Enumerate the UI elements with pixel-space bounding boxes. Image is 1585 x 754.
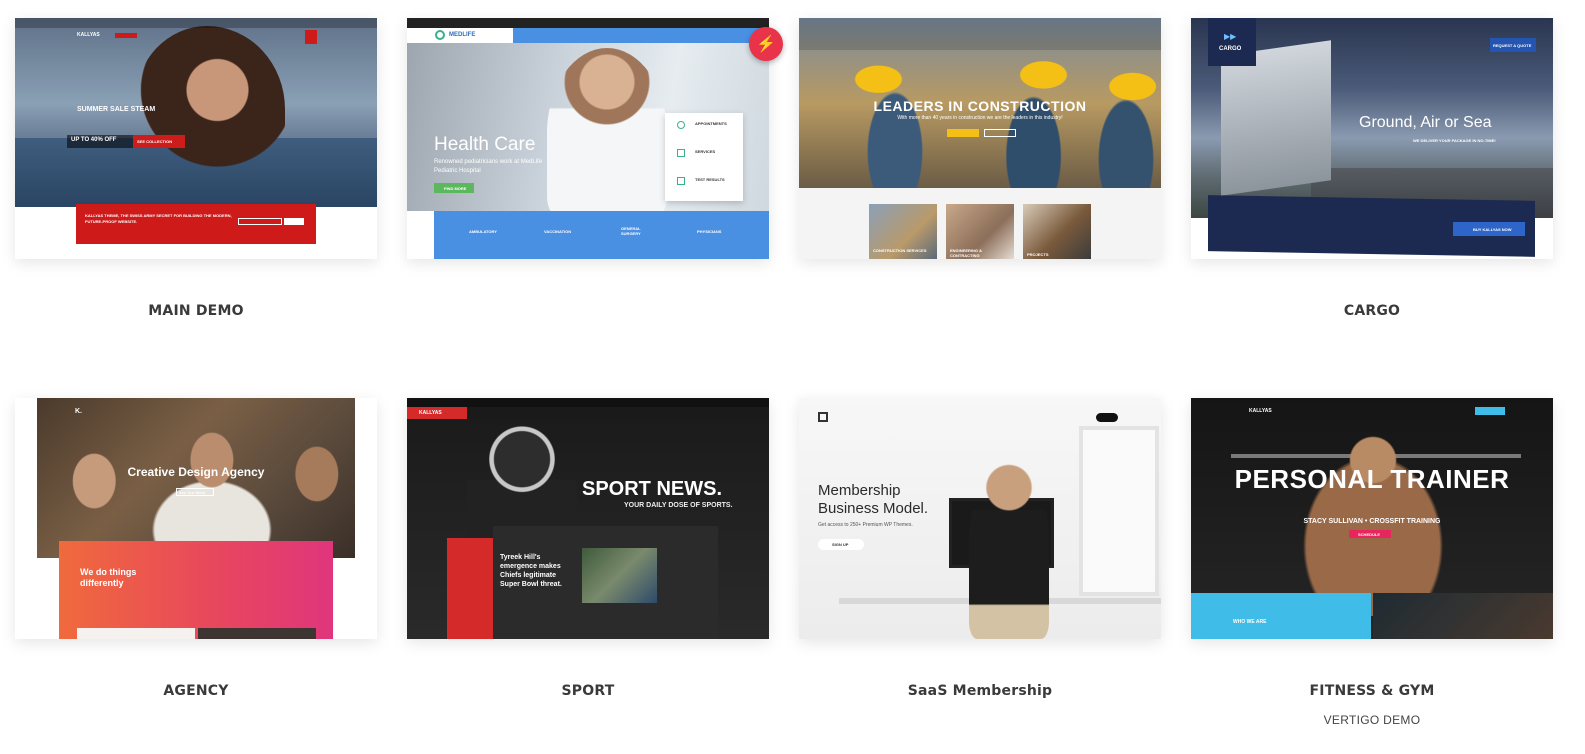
demo-card-cargo[interactable]: ▶▶ CARGO REQUEST A QUOTE Ground, Air or … [1191,18,1553,259]
preview-nav [799,18,1161,50]
thumb-label: PROJECTS [1027,252,1049,257]
demo-card-sport[interactable]: KALLYAS SPORT NEWS. YOUR DAILY DOSE OF S… [407,398,769,639]
preview-topbar [407,18,769,28]
preview-headline: PERSONAL TRAINER [1234,464,1510,494]
offer-text: UP TO 40% OFF [71,137,117,143]
doctor-image [547,48,667,218]
man-image [1373,593,1553,639]
preview-brand: KALLYAS [77,32,100,38]
secondary-button [984,129,1016,137]
preview-headline: Creative Design Agency [127,465,265,479]
preview-headline: SPORT NEWS. [582,478,723,500]
preview-headline: Health Care [434,134,536,155]
preview-headline: Ground, Air or Sea [1359,114,1492,131]
popular-column [447,538,493,639]
cargo-logo: ▶▶ CARGO [1208,18,1256,66]
newsletter-button [238,218,282,225]
window-image [1079,426,1159,596]
signup-label: SIGN UP [832,542,849,547]
preview-subline: WE DELIVER YOUR PACKAGE IN NO-TIME! [1413,138,1496,143]
thumb-projects: PROJECTS [1023,204,1091,259]
thumb-engineering: ENGINEERING & CONTRACTING [946,204,1014,259]
preview-brand: K. [75,408,82,415]
appointment-icon [677,121,685,129]
demo-card-main[interactable]: KALLYAS SUMMER SALE STEAM UP TO 40% OFF … [15,18,377,259]
logo-icon: ▶▶ [1224,32,1237,41]
preview-subline: Renowned pediatricians work at MedLife P… [434,159,543,174]
demo-sublabel-vertigo[interactable]: VERTIGO DEMO [1191,713,1553,727]
info-panel: APPOINTMENTS SERVICES TEST RESULTS [665,113,743,201]
demo-card-saas[interactable]: Membership Business Model. Get access to… [799,398,1161,639]
results-icon [677,177,685,185]
person-image [969,463,1049,639]
preview-headline: LEADERS IN CONSTRUCTION [873,98,1087,114]
demo-label-main[interactable]: MAIN DEMO [15,303,377,319]
primary-button [947,129,979,137]
services-bar: AMBULATORY VACCINATION GENERAL SURGERY P… [434,211,769,259]
service-item: PHYSICIANS [697,229,722,234]
preview-cart [305,30,317,44]
preview-subline: YOUR DAILY DOSE OF SPORTS. [624,502,733,509]
preview-nav-menu [513,28,769,43]
demo-card-agency[interactable]: K. Creative Design Agency See Our Work W… [15,398,377,639]
preview-subline: With more than 40 years in construction … [897,115,1063,121]
promo-banner-text: KALLYAS THEME, THE SWISS ARMY SECRET FOR… [85,213,232,224]
lightning-icon[interactable]: ⚡ [749,27,783,61]
thumb-construction: CONSTRUCTION SERVICES [869,204,937,259]
preview-subheadline: We do things differently [80,567,137,588]
demo-label-sport[interactable]: SPORT [407,683,769,699]
buy-now-label: BUY KALLYAS NOW [1473,227,1512,232]
schedule-label: SCHEDULE [1358,532,1381,537]
services-icon [677,149,685,157]
logo-icon [818,412,828,422]
preview-nav-active [115,33,137,38]
preview-subline: Get access to 250+ Premium WP Themes. [818,522,913,528]
nav-cta [1475,407,1505,415]
trainer-image [1303,416,1443,616]
preview-brand: KALLYAS [419,410,442,416]
medlife-logo-icon [435,30,445,40]
demo-label-saas[interactable]: SaaS Membership [799,683,1161,699]
story-headline: Tyreek Hill's emergence makes Chiefs leg… [500,554,562,588]
request-quote-label: REQUEST A QUOTE [1493,43,1532,48]
demo-label-cargo[interactable]: CARGO [1191,303,1553,319]
thumb-label: CONSTRUCTION SERVICES [873,248,927,253]
service-item: VACCINATION [544,229,572,234]
content-image [198,628,316,639]
content-image [77,628,195,639]
thumb-label: ENGINEERING & CONTRACTING [950,248,983,258]
story-image [582,548,657,603]
preview-topbar [407,398,769,407]
service-item: AMBULATORY [469,229,497,234]
find-more-label: FIND MORE [444,186,467,191]
demo-card-fitness[interactable]: KALLYAS PERSONAL TRAINER STACY SULLIVAN … [1191,398,1553,639]
preview-subline: STACY SULLIVAN • CROSSFIT TRAINING [1303,518,1441,525]
demo-label-agency[interactable]: AGENCY [15,683,377,699]
signup-pill [1096,413,1118,422]
preview-brand: CARGO [1219,46,1242,52]
gradient-section [59,541,333,639]
demo-label-fitness[interactable]: FITNESS & GYM [1191,683,1553,699]
panel-item: APPOINTMENTS [695,121,727,126]
panel-item: TEST RESULTS [695,177,725,182]
preview-headline: Membership Business Model. [818,482,929,517]
demo-card-medlife[interactable]: MEDLIFE Health Care Renowned pediatricia… [407,18,769,259]
see-work-label: See Our Work [179,490,206,495]
preview-headline: SUMMER SALE STEAM [77,106,156,113]
panel-item: SERVICES [695,149,716,154]
buy-now-button [284,218,304,225]
preview-nav [15,18,377,28]
model-image [135,26,285,186]
offer-button-label: SEE COLLECTION [137,139,173,144]
preview-brand: MEDLIFE [449,32,476,38]
service-item: GENERAL SURGERY [621,226,641,236]
demo-card-construction[interactable]: LEADERS IN CONSTRUCTION With more than 4… [799,18,1161,259]
preview-brand: KALLYAS [1249,408,1272,414]
about-heading: WHO WE ARE [1233,619,1267,625]
about-section [1191,593,1371,639]
